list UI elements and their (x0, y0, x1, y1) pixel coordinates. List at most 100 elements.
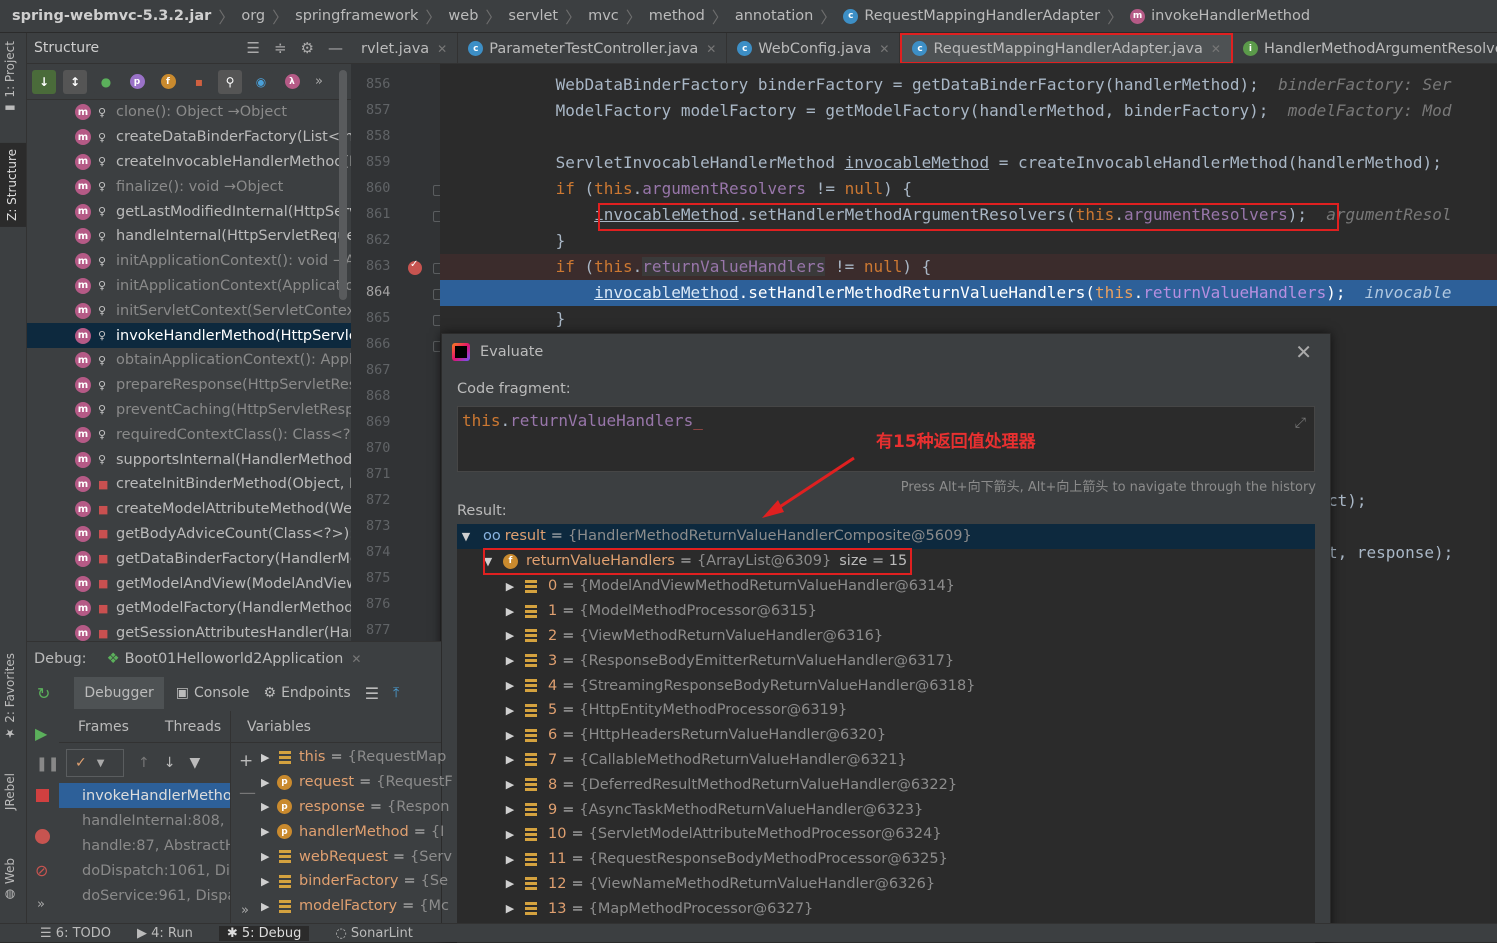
collapsed-triangle-icon[interactable]: ▶ (501, 679, 519, 692)
tab-debugger[interactable]: Debugger (74, 677, 164, 709)
tool-tab-project[interactable]: ▬ 1: Project (3, 41, 17, 115)
properties-icon[interactable]: p (129, 74, 145, 89)
non-public-icon[interactable]: ▪ (187, 69, 211, 94)
result-element-row[interactable]: ▶ 12 = {ViewNameMethodReturnValueHandler@63… (457, 872, 1315, 897)
result-element-row[interactable]: ▶ 4 = {StreamingResponseBodyReturnValueHand… (457, 673, 1315, 698)
result-element-row[interactable]: ▶ 13 = {MapMethodProcessor@6327} (457, 896, 1315, 921)
result-element-row[interactable]: ▶ 5 = {HttpEntityMethodProcessor@6319} (457, 698, 1315, 723)
show-inherited-icon[interactable]: ● (94, 69, 118, 94)
structure-item[interactable]: m ■ getModelAndView(ModelAndView (27, 571, 351, 596)
result-element-row[interactable]: ▶ 11 = {RequestResponseBodyMethodProcessor@… (457, 847, 1315, 872)
structure-item[interactable]: m ♀ finalize(): void →Object (27, 174, 351, 199)
breakpoint-icon[interactable]: ✓ (408, 259, 422, 275)
structure-item[interactable]: m ■ getModelFactory(HandlerMethod, (27, 596, 351, 621)
debug-session-tab[interactable]: Boot01Helloworld2Application (125, 651, 344, 667)
tab-console[interactable]: Console (194, 685, 250, 701)
close-icon[interactable]: ✕ (437, 42, 447, 56)
collapsed-triangle-icon[interactable]: ▶ (501, 778, 519, 791)
breadcrumb-method-name[interactable]: invokeHandlerMethod (1151, 8, 1310, 24)
tool-sonarlint[interactable]: ◌ SonarLint (335, 926, 412, 941)
collapsed-triangle-icon[interactable]: ▶ (501, 629, 519, 642)
stack-frame[interactable]: handleInternal:808, Re (59, 808, 230, 833)
breadcrumb-jar[interactable]: spring-webmvc-5.3.2.jar (12, 8, 211, 24)
structure-item[interactable]: m ■ getDataBinderFactory(HandlerMetl (27, 546, 351, 571)
structure-item[interactable]: m ♀ requiredContextClass(): Class<?> — (27, 422, 351, 447)
breadcrumb-springframework[interactable]: springframework (295, 8, 418, 24)
variable-row[interactable]: ▶ p response = {Respon (261, 795, 449, 820)
collapsed-triangle-icon[interactable]: ▶ (501, 828, 519, 841)
close-icon[interactable]: ✕ (1295, 340, 1312, 364)
result-root-row[interactable]: ▼ oo result = {HandlerMethodReturnValueHan… (457, 524, 1315, 549)
expanded-triangle-icon[interactable]: ▼ (457, 530, 475, 543)
tool-tab-web[interactable]: ◍ Web (3, 858, 17, 902)
minimize-icon[interactable]: — (328, 39, 343, 57)
collapsed-triangle-icon[interactable]: ▶ (261, 800, 273, 813)
tool-debug[interactable]: ✱ 5: Debug (218, 925, 310, 941)
collapsed-triangle-icon[interactable]: ▶ (261, 900, 273, 913)
rerun-icon[interactable]: ↻ (37, 684, 50, 703)
structure-item[interactable]: m ♀ obtainApplicationContext(): Applic (27, 348, 351, 373)
arrow-up-icon[interactable]: ↑ (138, 755, 150, 771)
collapse-all-icon[interactable]: ≑ (274, 39, 287, 57)
structure-item[interactable]: m ♀ invokeHandlerMethod(HttpServlet (27, 323, 351, 348)
collapsed-triangle-icon[interactable]: ▶ (501, 902, 519, 915)
variable-row[interactable]: ▶ modelFactory = {Mc (261, 894, 449, 919)
structure-item[interactable]: m ♀ createInvocableHandlerMethod(Ha (27, 150, 351, 175)
stack-frame[interactable]: invokeHandlerMethod (59, 783, 230, 808)
resume-icon[interactable]: ▶ (35, 724, 47, 743)
breadcrumb-org[interactable]: org (241, 8, 265, 24)
breadcrumb-annotation[interactable]: annotation (735, 8, 813, 24)
result-element-row[interactable]: ▶ 1 = {ModelMethodProcessor@6315} (457, 599, 1315, 624)
collapsed-triangle-icon[interactable]: ▶ (501, 580, 519, 593)
editor-tab[interactable]: c WebConfig.java ✕ (727, 33, 901, 63)
structure-item[interactable]: m ■ getSessionAttributesHandler(Hand (27, 621, 351, 641)
result-element-row[interactable]: ▶ 7 = {CallableMethodReturnValueHandler@632… (457, 748, 1315, 773)
tab-frames[interactable]: Frames (78, 719, 129, 735)
breadcrumb-mvc[interactable]: mvc (588, 8, 619, 24)
fields-icon[interactable]: f (160, 74, 176, 89)
collapsed-triangle-icon[interactable]: ▶ (261, 875, 273, 888)
stack-frame[interactable]: doDispatch:1061, Disp (59, 858, 230, 883)
collapsed-triangle-icon[interactable]: ▶ (501, 605, 519, 618)
expand-all-icon[interactable]: ☰ (247, 39, 260, 57)
more-icon[interactable]: » (241, 903, 249, 918)
structure-item[interactable]: m ♀ initServletContext(ServletContext): (27, 298, 351, 323)
result-element-row[interactable]: ▶ 6 = {HttpHeadersReturnValueHandler@6320} (457, 723, 1315, 748)
result-element-row[interactable]: ▶ 2 = {ViewMethodReturnValueHandler@6316} (457, 624, 1315, 649)
collapsed-triangle-icon[interactable]: ▶ (501, 729, 519, 742)
tab-endpoints[interactable]: Endpoints (281, 685, 351, 701)
collapsed-triangle-icon[interactable]: ▶ (501, 654, 519, 667)
close-icon[interactable]: ✕ (706, 42, 716, 56)
stack-frame[interactable]: doService:961, Dispatc (59, 883, 230, 908)
collapsed-triangle-icon[interactable]: ▶ (261, 776, 273, 789)
structure-item[interactable]: m ♀ initApplicationContext(): void →Ap (27, 249, 351, 274)
tool-tab-jrebel[interactable]: JRebel (3, 773, 17, 810)
structure-item[interactable]: m ♀ supportsInternal(HandlerMethod): (27, 447, 351, 472)
editor-tab[interactable]: c RequestMappingHandlerAdapter.java ✕ (900, 33, 1233, 63)
structure-item[interactable]: m ■ createInitBinderMethod(Object, Me (27, 472, 351, 497)
layout-icon[interactable]: ☰ (365, 684, 379, 703)
editor-tab[interactable]: i HandlerMethodArgumentResolver.java (1233, 33, 1497, 63)
structure-item[interactable]: m ♀ createDataBinderFactory(List<Invoc (27, 125, 351, 150)
lambda-icon[interactable]: ◉ (249, 69, 273, 94)
pause-icon[interactable]: ❚❚ (36, 756, 59, 772)
add-watch-icon[interactable]: + (239, 751, 253, 771)
collapsed-triangle-icon[interactable]: ▶ (501, 704, 519, 717)
breadcrumb-web[interactable]: web (448, 8, 478, 24)
result-element-row[interactable]: ▶ 0 = {ModelAndViewMethodReturnValueHandler… (457, 574, 1315, 599)
breadcrumb-method[interactable]: method (649, 8, 705, 24)
structure-item[interactable]: m ■ getBodyAdviceCount(Class<?>): int (27, 522, 351, 547)
structure-item[interactable]: m ♀ prepareResponse(HttpServletRespo (27, 373, 351, 398)
tab-threads[interactable]: Threads (165, 719, 221, 735)
tab-variables[interactable]: Variables (247, 719, 311, 735)
filter-icon[interactable]: ▼ (189, 755, 200, 771)
close-icon[interactable]: ✕ (1211, 42, 1221, 56)
expand-icon[interactable]: ⤢ (1295, 415, 1306, 431)
close-icon[interactable]: ✕ (879, 42, 889, 56)
stop-icon[interactable] (36, 789, 49, 802)
arrow-down-icon[interactable]: ↓ (164, 755, 176, 771)
breadcrumb-servlet[interactable]: servlet (508, 8, 558, 24)
structure-item[interactable]: m ♀ clone(): Object →Object (27, 100, 351, 125)
sort-visibility-icon[interactable]: ↕ (63, 69, 87, 94)
structure-item[interactable]: m ■ createModelAttributeMethod(Web (27, 497, 351, 522)
